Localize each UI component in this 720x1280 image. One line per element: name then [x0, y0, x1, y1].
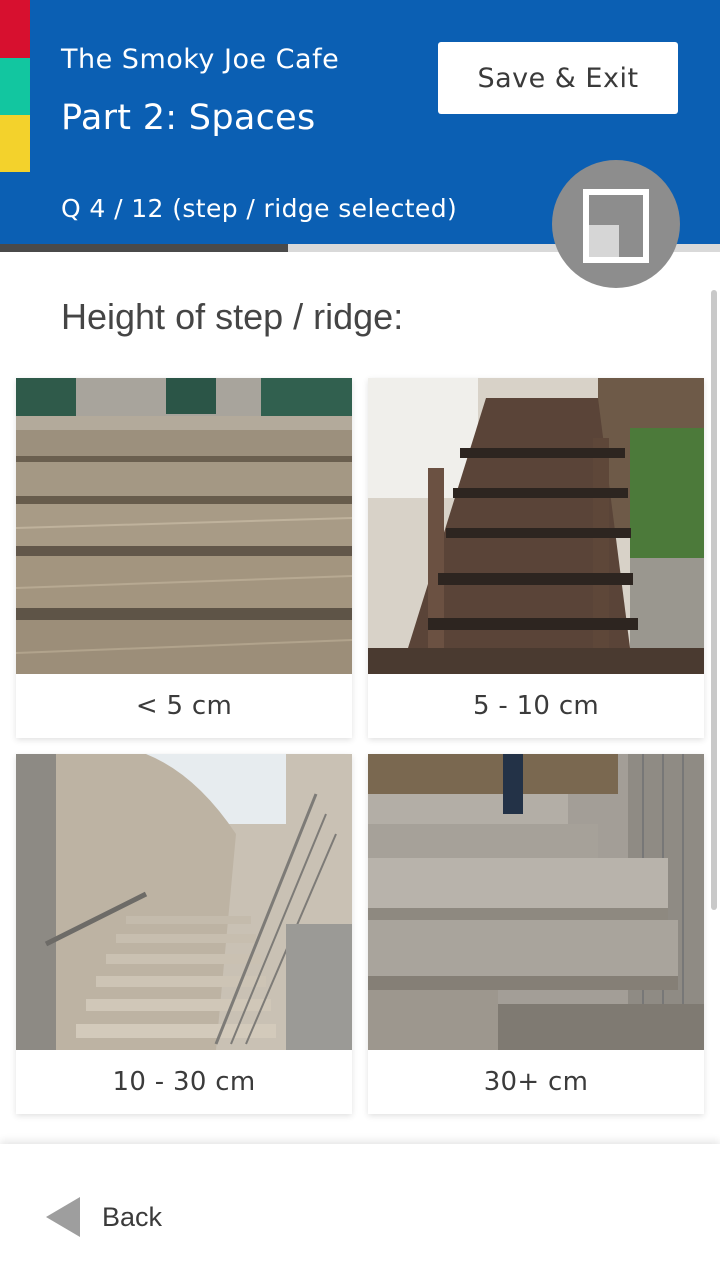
option-label: 30+ cm [483, 1067, 589, 1097]
question-counter: Q 4 / 12 (step / ridge selected) [61, 194, 458, 223]
option-photo-spiral-staircase [16, 754, 352, 1050]
option-card-10-30cm[interactable]: 10 - 30 cm [16, 754, 352, 1114]
back-arrow-icon [46, 1197, 80, 1237]
scrollbar[interactable] [711, 290, 717, 910]
option-card-under-5cm[interactable]: < 5 cm [16, 378, 352, 738]
option-card-5-10cm[interactable]: 5 - 10 cm [368, 378, 704, 738]
venue-name: The Smoky Joe Cafe [61, 44, 340, 75]
question-title: Height of step / ridge: [61, 296, 404, 337]
floorplan-icon[interactable] [552, 160, 680, 288]
stripe-yellow [0, 115, 30, 172]
option-photo-marble-steps [16, 378, 352, 674]
option-label: < 5 cm [135, 691, 233, 721]
option-label: 10 - 30 cm [112, 1067, 256, 1097]
back-label: Back [102, 1201, 163, 1232]
floorplan-frame [583, 189, 649, 263]
option-photo-bleacher-steps [368, 754, 704, 1050]
brand-stripes [0, 0, 30, 172]
stripe-red [0, 0, 30, 58]
back-button[interactable]: Back [46, 1196, 162, 1238]
option-label: 5 - 10 cm [472, 691, 600, 721]
option-card-30plus-cm[interactable]: 30+ cm [368, 754, 704, 1114]
progress-fill [0, 244, 288, 252]
stripe-teal [0, 58, 30, 115]
option-photo-wooden-stairs [368, 378, 704, 674]
save-exit-button[interactable]: Save & Exit [438, 42, 678, 114]
section-title: Part 2: Spaces [61, 98, 316, 138]
